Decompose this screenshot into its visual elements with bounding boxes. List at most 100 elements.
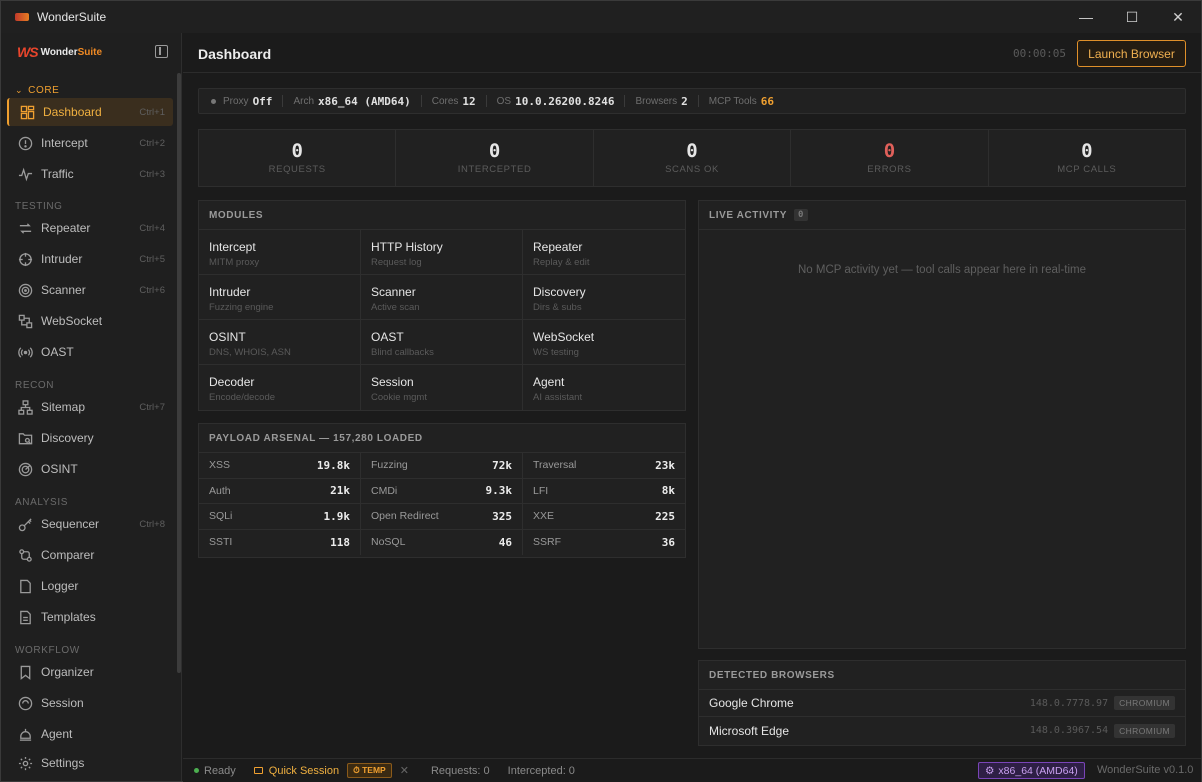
arch-key: Arch (293, 95, 314, 107)
modules-panel: MODULES Intercept MITM proxy HTTP Histor… (198, 200, 686, 411)
payload-ssti[interactable]: SSTI 118 (199, 529, 361, 555)
sidebar-item-organizer[interactable]: Organizer (7, 658, 173, 686)
sidebar-item-comparer[interactable]: Comparer (7, 541, 173, 569)
stat-intercepted: 0 INTERCEPTED (396, 130, 594, 186)
crosshair-icon (17, 251, 33, 267)
payload-traversal[interactable]: Traversal 23k (523, 453, 685, 479)
payload-arsenal-panel: PAYLOAD ARSENAL — 157,280 LOADED XSS 19.… (198, 423, 686, 558)
compare-icon (17, 547, 33, 563)
activity-count-badge: 0 (794, 209, 809, 221)
sidebar-item-session[interactable]: Session (7, 689, 173, 717)
ready-status: Ready (204, 764, 236, 777)
payload-auth[interactable]: Auth 21k (199, 478, 361, 504)
payload-xxe[interactable]: XXE 225 (523, 504, 685, 530)
sidebar-item-sequencer[interactable]: Sequencer Ctrl+8 (7, 510, 173, 538)
payload-open-redirect[interactable]: Open Redirect 325 (361, 504, 523, 530)
sidebar-item-intercept[interactable]: Intercept Ctrl+2 (7, 129, 173, 157)
mcp-tools-value: 66 (760, 94, 774, 108)
requests-count: Requests: 0 (430, 764, 490, 777)
logo-mark: WS (17, 44, 39, 60)
payload-cmdi[interactable]: CMDi 9.3k (361, 478, 523, 504)
app-window: WonderSuite — ☐ ✕ WS Wonder Suite ⌄ CORE D… (0, 0, 1202, 782)
close-button[interactable]: ✕ (1155, 1, 1201, 33)
websocket-icon (17, 313, 33, 329)
key-icon (17, 516, 33, 532)
chevron-down-icon: ⌄ (15, 85, 24, 95)
browsers-key: Browsers (635, 95, 678, 107)
sidebar-item-dashboard[interactable]: Dashboard Ctrl+1 (7, 98, 173, 126)
sidebar-item-osint[interactable]: OSINT (7, 455, 173, 483)
radar-icon (17, 461, 33, 477)
live-activity-panel: LIVE ACTIVITY 0 No MCP activity yet — too… (698, 200, 1186, 649)
payload-ssrf[interactable]: SSRF 36 (523, 530, 685, 556)
module-osint[interactable]: OSINT DNS, WHOIS, ASN (199, 320, 361, 365)
proxy-key: Proxy (223, 95, 249, 107)
sidebar-item-scanner[interactable]: Scanner Ctrl+6 (7, 276, 173, 304)
payload-arsenal-title: PAYLOAD ARSENAL — 157,280 LOADED (199, 424, 685, 453)
os-value: 10.0.26200.8246 (515, 94, 615, 108)
browser-row[interactable]: Microsoft Edge 148.0.3967.54 CHROMIUM (699, 717, 1185, 744)
section-core[interactable]: ⌄ CORE (15, 85, 59, 96)
section-testing[interactable]: TESTING (15, 201, 63, 212)
sidebar-item-sitemap[interactable]: Sitemap Ctrl+7 (7, 393, 173, 421)
sidebar-item-repeater[interactable]: Repeater Ctrl+4 (7, 214, 173, 242)
sidebar-collapse-icon[interactable] (155, 45, 168, 58)
os-key: OS (496, 95, 512, 107)
module-repeater[interactable]: Repeater Replay & edit (523, 230, 685, 275)
browser-row[interactable]: Google Chrome 148.0.7778.97 CHROMIUM (699, 690, 1185, 717)
ready-dot (194, 768, 199, 773)
sidebar-item-oast[interactable]: OAST (7, 338, 173, 366)
module-discovery[interactable]: Discovery Dirs & subs (523, 275, 685, 320)
intercepted-count: Intercepted: 0 (507, 764, 575, 777)
sidebar-item-discovery[interactable]: Discovery (7, 424, 173, 452)
module-agent[interactable]: Agent AI assistant (523, 365, 685, 410)
launch-browser-button[interactable]: Launch Browser (1077, 40, 1186, 67)
module-http-history[interactable]: HTTP History Request log (361, 230, 523, 275)
payload-fuzzing[interactable]: Fuzzing 72k (361, 453, 523, 479)
sidebar-item-logger[interactable]: Logger (7, 572, 173, 600)
module-intercept[interactable]: Intercept MITM proxy (199, 230, 361, 275)
payload-xss[interactable]: XSS 19.8k (199, 453, 361, 479)
session-icon (17, 695, 33, 711)
sidebar: WS Wonder Suite ⌄ CORE Dashboard Ctrl+1 In… (1, 33, 182, 781)
activity-empty-message: No MCP activity yet — tool calls appear … (797, 264, 1087, 276)
sidebar-item-settings[interactable]: Settings (7, 749, 173, 777)
bookmark-icon (17, 664, 33, 680)
sidebar-item-agent[interactable]: Agent (7, 720, 173, 748)
payload-lfi[interactable]: LFI 8k (523, 479, 685, 504)
system-info-bar: Proxy Off Arch x86_64 (AMD64) Cores 12 O… (198, 88, 1186, 114)
sidebar-item-traffic[interactable]: Traffic Ctrl+3 (7, 160, 173, 188)
module-scanner[interactable]: Scanner Active scan (361, 275, 523, 320)
payload-sqli[interactable]: SQLi 1.9k (199, 504, 361, 530)
section-analysis[interactable]: ANALYSIS (15, 497, 68, 508)
repeat-icon (17, 220, 33, 236)
close-session-icon[interactable]: ✕ (400, 764, 409, 777)
section-recon[interactable]: RECON (15, 380, 54, 391)
app-version: WonderSuite v0.1.0 (1097, 764, 1194, 776)
proxy-value: Off (252, 94, 273, 108)
module-intruder[interactable]: Intruder Fuzzing engine (199, 275, 361, 320)
quick-session-button[interactable]: Quick Session (253, 765, 339, 777)
payload-nosql[interactable]: NoSQL 46 (361, 529, 523, 555)
section-workflow[interactable]: WORKFLOW (15, 645, 80, 656)
agent-icon (17, 726, 33, 742)
module-oast[interactable]: OAST Blind callbacks (361, 320, 523, 365)
title-bar: WonderSuite — ☐ ✕ (1, 1, 1201, 33)
logo-word-1: Wonder (40, 46, 78, 58)
maximize-button[interactable]: ☐ (1109, 1, 1155, 33)
sidebar-item-intruder[interactable]: Intruder Ctrl+5 (7, 245, 173, 273)
sidebar-item-templates[interactable]: Templates (7, 603, 173, 631)
session-timer: 00:00:05 (1013, 47, 1066, 60)
module-session[interactable]: Session Cookie mgmt (361, 365, 523, 410)
dashboard-icon (19, 104, 35, 120)
module-websocket[interactable]: WebSocket WS testing (523, 320, 685, 365)
module-decoder[interactable]: Decoder Encode/decode (199, 365, 361, 410)
cores-value: 12 (462, 94, 476, 108)
window-title: WonderSuite (37, 10, 107, 24)
sidebar-item-websocket[interactable]: WebSocket (7, 307, 173, 335)
minimize-button[interactable]: — (1063, 1, 1109, 33)
intercept-icon (17, 135, 33, 151)
folder-search-icon (17, 430, 33, 446)
gear-icon (17, 755, 33, 771)
sidebar-scrollbar[interactable] (177, 73, 181, 673)
